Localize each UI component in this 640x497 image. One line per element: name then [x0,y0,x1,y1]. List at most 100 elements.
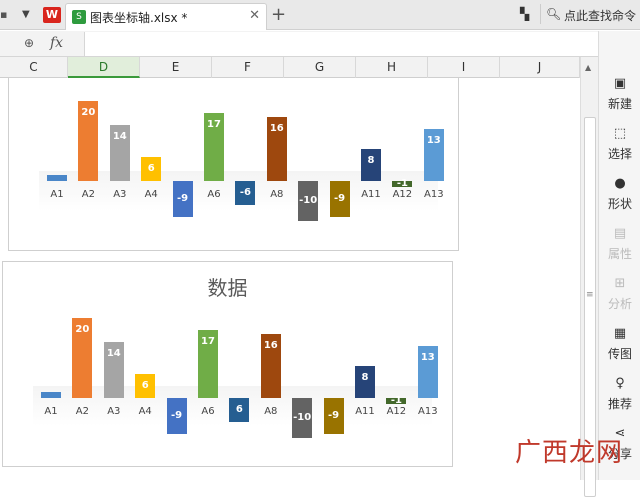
side-item-label: 形状 [607,197,632,211]
x-tick-label: A12 [392,189,413,200]
x-tick-label: A3 [107,406,121,417]
command-search[interactable]: 点此查找命令 [564,7,636,24]
x-tick-label: A2 [81,189,95,200]
document-tab-title: 图表坐标轴.xlsx * [90,11,188,25]
data-label: 17 [201,336,215,347]
data-label: -9 [177,193,189,204]
wps-logo[interactable]: W [43,7,61,23]
menu-icon[interactable]: ▪ [0,8,7,21]
column-headers: CDEFGHIJ [0,57,580,78]
side-item-new[interactable]: ▣ 新建 [599,69,640,117]
x-tick-label: A12 [386,406,407,417]
side-item-label: 分析 [607,297,632,311]
x-tick-label: A6 [207,189,221,200]
sheet-area[interactable]: A1 20 A2 14 A3 6 A4 -9 17 A6 -6 16 A8 -10 -9 8 A11 -1 A12 1… [0,78,580,480]
data-label: -1 [396,178,408,189]
column-header-e[interactable]: E [140,57,212,78]
upload-image-icon: ▦ [613,326,627,341]
side-item-upload-image[interactable]: ▦ 传图 [599,319,640,367]
side-item-label: 传图 [607,347,632,361]
top-right-tools: ▚ 🔍︎ 点此查找命令 [520,4,636,24]
new-icon: ▣ [613,76,627,91]
formula-bar: ⊕ fx [0,31,598,57]
column-header-d[interactable]: D [68,57,140,78]
chevron-down-icon[interactable]: ▼ [22,9,30,20]
document-tab[interactable]: S 图表坐标轴.xlsx * ✕ [65,3,267,30]
bar-a1[interactable] [41,392,61,398]
close-icon[interactable]: ✕ [249,8,260,23]
spreadsheet-icon: S [72,10,86,24]
x-tick-label: A4 [138,406,152,417]
vertical-scrollbar[interactable]: ▲ ≡ [580,57,598,497]
chart-title: 数据 [207,276,248,300]
data-label: -9 [328,410,340,421]
data-label: 6 [235,404,243,415]
side-item-label: 属性 [607,247,632,261]
zoom-icon[interactable]: ⊕ [24,36,34,50]
data-label: 16 [263,340,278,351]
data-label: 16 [269,123,284,134]
formula-input[interactable] [84,32,598,56]
x-tick-label: A2 [75,406,89,417]
data-label: 8 [361,372,369,383]
data-label: 14 [112,131,127,142]
data-label: 6 [147,163,155,174]
new-tab-button[interactable]: + [271,4,286,25]
shape-icon: ● [614,176,626,191]
column-header-j[interactable]: J [500,57,580,78]
x-tick-label: A3 [113,189,127,200]
separator [540,4,541,24]
data-label: -10 [299,195,318,206]
watermark: 广西龙网 [515,438,624,468]
chart-1[interactable]: A1 20 A2 14 A3 6 A4 -9 17 A6 -6 16 A8 -10 -9 8 A11 -1 A12 1… [8,78,459,251]
data-label: 6 [141,380,149,391]
data-label: -1 [390,395,402,406]
x-tick-label: A6 [201,406,215,417]
x-tick-label: A13 [424,189,444,200]
grip-icon: ≡ [586,290,594,300]
data-label: 13 [420,352,435,363]
x-tick-label: A4 [144,189,158,200]
data-label: 20 [75,324,90,335]
side-item-recommend[interactable]: ♀ 推荐 [599,369,640,417]
x-tick-label: A1 [50,189,64,200]
chart-2[interactable]: 数据 A1 20 A2 14 A3 6 A4 -9 17 A6 6 16 A8 -10 -9 8 A11 -1 A1… [2,261,453,467]
column-header-i[interactable]: I [428,57,500,78]
data-label: 14 [106,348,121,359]
side-item-label: 新建 [607,97,632,111]
data-label: 13 [426,135,441,146]
select-icon: ⬚ [613,126,627,141]
analysis-icon: ⊞ [614,276,626,291]
x-tick-label: A11 [361,189,381,200]
side-panel: ▣ 新建 ⬚ 选择 ● 形状 ▤ 属性 ⊞ 分析 ▦ 传图 ♀ 推荐 ⋖ 分享 [598,31,640,480]
data-label: -9 [171,410,183,421]
tab-bar: ▪ ▼ W S 图表坐标轴.xlsx * ✕ + ▚ 🔍︎ 点此查找命令 [0,0,640,30]
x-tick-label: A8 [264,406,278,417]
column-header-c[interactable]: C [0,57,68,78]
side-item-label: 推荐 [607,397,632,411]
column-header-h[interactable]: H [356,57,428,78]
bar-a1[interactable] [47,175,67,181]
data-label: -9 [334,193,346,204]
side-item-analysis[interactable]: ⊞ 分析 [599,269,640,317]
side-item-property[interactable]: ▤ 属性 [599,219,640,267]
search-icon[interactable]: 🔍︎ [546,7,561,21]
x-tick-label: A13 [418,406,438,417]
side-item-shape[interactable]: ● 形状 [599,169,640,217]
property-icon: ▤ [613,226,627,241]
recommend-icon: ♀ [615,376,625,391]
data-label: 8 [367,155,375,166]
data-label: 17 [207,119,221,130]
scroll-up-icon[interactable]: ▲ [585,63,591,72]
column-header-g[interactable]: G [284,57,356,78]
layout-icon[interactable]: ▚ [520,7,529,21]
side-item-label: 选择 [607,147,632,161]
x-tick-label: A8 [270,189,284,200]
fx-icon[interactable]: fx [50,35,63,51]
x-tick-label: A1 [44,406,58,417]
column-header-f[interactable]: F [212,57,284,78]
side-item-select[interactable]: ⬚ 选择 [599,119,640,167]
x-tick-label: A11 [355,406,375,417]
data-label: 20 [81,107,96,118]
data-label: -6 [239,187,251,198]
